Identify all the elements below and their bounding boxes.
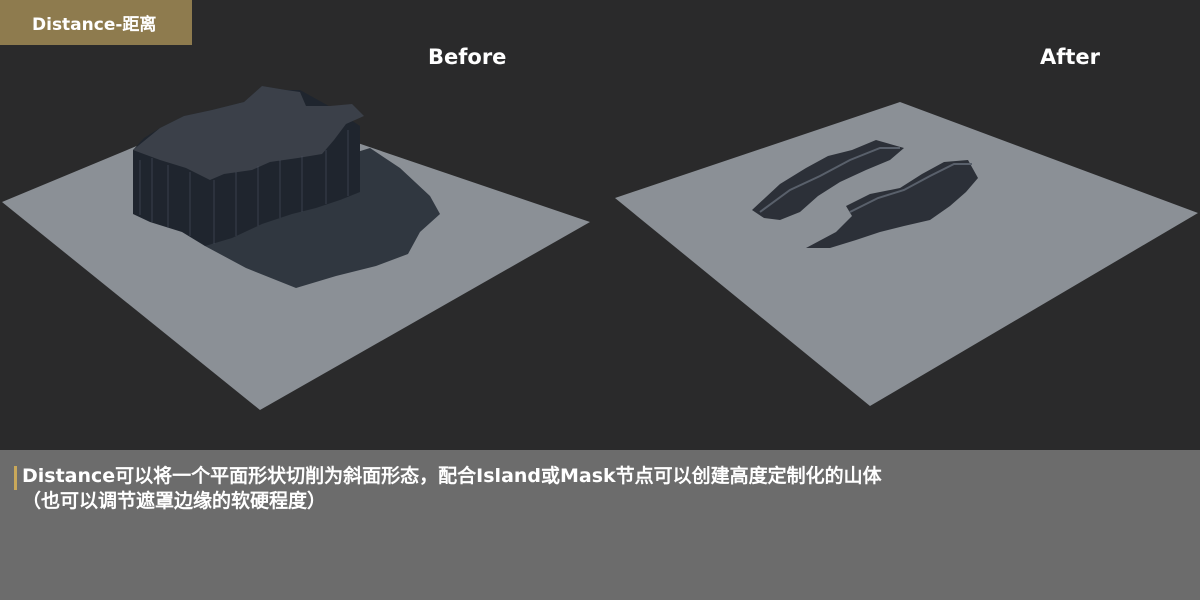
caption-line-1: Distance可以将一个平面形状切削为斜面形态，配合Island或Mask节点… bbox=[22, 465, 882, 487]
caption-text: Distance可以将一个平面形状切削为斜面形态，配合Island或Mask节点… bbox=[22, 464, 1182, 514]
caption-line-2: （也可以调节遮罩边缘的软硬程度） bbox=[22, 490, 327, 512]
caption-accent-bar bbox=[14, 466, 17, 490]
after-label: After bbox=[1040, 45, 1101, 69]
terrain-render-image bbox=[2, 86, 1198, 410]
before-label: Before bbox=[428, 45, 507, 69]
after-plane bbox=[615, 102, 1198, 406]
section-title-tag: Distance-距离 bbox=[0, 0, 192, 45]
